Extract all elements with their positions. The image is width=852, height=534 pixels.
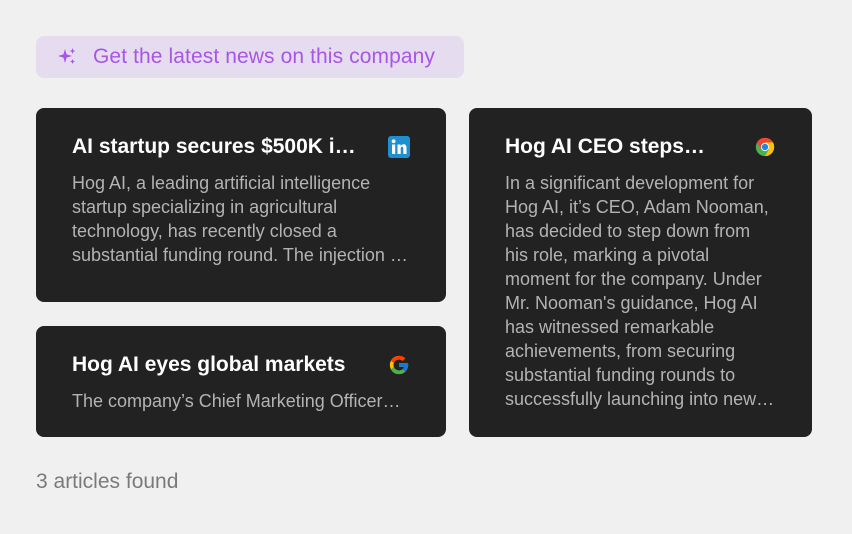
get-latest-news-button[interactable]: Get the latest news on this company xyxy=(36,36,464,78)
article-excerpt: In a significant development for Hog AI,… xyxy=(505,173,769,409)
article-excerpt: Hog AI, a leading artificial intelligenc… xyxy=(72,173,405,265)
article-title: Hog AI CEO steps down xyxy=(505,135,710,158)
article-title: AI startup secures $500K in funding xyxy=(72,135,362,158)
sparkle-icon xyxy=(56,46,78,68)
google-icon xyxy=(388,354,410,376)
linkedin-icon xyxy=(388,136,410,158)
article-title: Hog AI eyes global markets xyxy=(72,353,346,376)
article-excerpt: The company’s Chief Marketing Officer ha… xyxy=(72,391,383,411)
results-count: 3 articles found xyxy=(36,470,179,493)
chrome-icon xyxy=(754,136,776,158)
article-card-funding[interactable]: AI startup secures $500K in funding Hog … xyxy=(36,108,446,302)
article-card-ceo[interactable]: Hog AI CEO steps down In a significant d… xyxy=(469,108,812,437)
article-card-global-markets[interactable]: Hog AI eyes global markets The company’s… xyxy=(36,326,446,437)
news-panel: Get the latest news on this company AI s… xyxy=(0,0,852,534)
get-latest-news-label: Get the latest news on this company xyxy=(93,45,436,68)
